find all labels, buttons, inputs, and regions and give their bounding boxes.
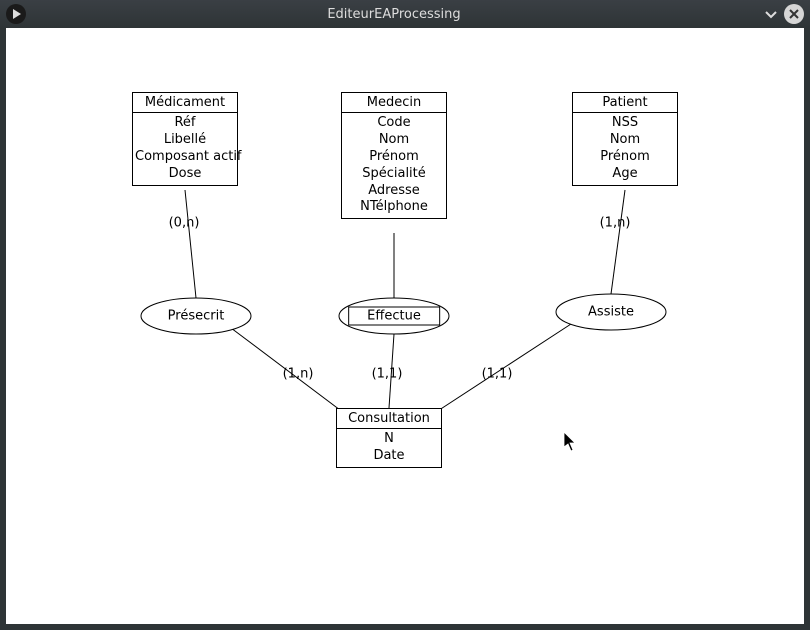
diagram-canvas[interactable]: Médicament Réf Libellé Composant actif D… [6,28,804,624]
attr: Dose [135,166,235,183]
attr: Date [339,448,439,465]
entity-attrs: N Date [337,429,441,467]
mouse-cursor-icon [564,432,578,452]
attr: Age [575,166,675,183]
relationship-presecrit[interactable]: Présecrit [168,309,225,324]
attr: NSS [575,115,675,132]
attr: Prénom [344,149,444,166]
entity-title: Médicament [133,93,237,113]
attr: Réf [135,115,235,132]
attr: NTélphone [344,199,444,216]
entity-title: Consultation [337,409,441,429]
entity-title: Patient [573,93,677,113]
close-icon[interactable] [784,4,804,24]
entity-medicament[interactable]: Médicament Réf Libellé Composant actif D… [132,92,238,186]
window-title: EditeurEAProcessing [26,7,762,22]
attr: Nom [344,132,444,149]
relationship-assiste[interactable]: Assiste [588,305,634,320]
cardinality-label: (1,n) [600,216,631,231]
attr: Code [344,115,444,132]
attr: Adresse [344,183,444,200]
run-icon[interactable] [6,4,26,24]
attr: Prénom [575,149,675,166]
attr: Nom [575,132,675,149]
entity-attrs: Réf Libellé Composant actif Dose [133,113,237,185]
attr: Spécialité [344,166,444,183]
minimize-icon[interactable] [762,5,780,23]
entity-patient[interactable]: Patient NSS Nom Prénom Age [572,92,678,186]
window-titlebar: EditeurEAProcessing [0,0,810,28]
cardinality-label: (1,n) [283,367,314,382]
entity-attrs: Code Nom Prénom Spécialité Adresse NTélp… [342,113,446,218]
cardinality-label: (1,1) [372,367,403,382]
cardinality-label: (1,1) [482,367,513,382]
cardinality-label: (0,n) [169,216,200,231]
entity-medecin[interactable]: Medecin Code Nom Prénom Spécialité Adres… [341,92,447,219]
entity-consultation[interactable]: Consultation N Date [336,408,442,468]
attr: Composant actif [135,149,235,166]
attr: Libellé [135,132,235,149]
entity-title: Medecin [342,93,446,113]
attr: N [339,431,439,448]
relationship-effectue[interactable]: Effectue [348,307,440,326]
entity-attrs: NSS Nom Prénom Age [573,113,677,185]
